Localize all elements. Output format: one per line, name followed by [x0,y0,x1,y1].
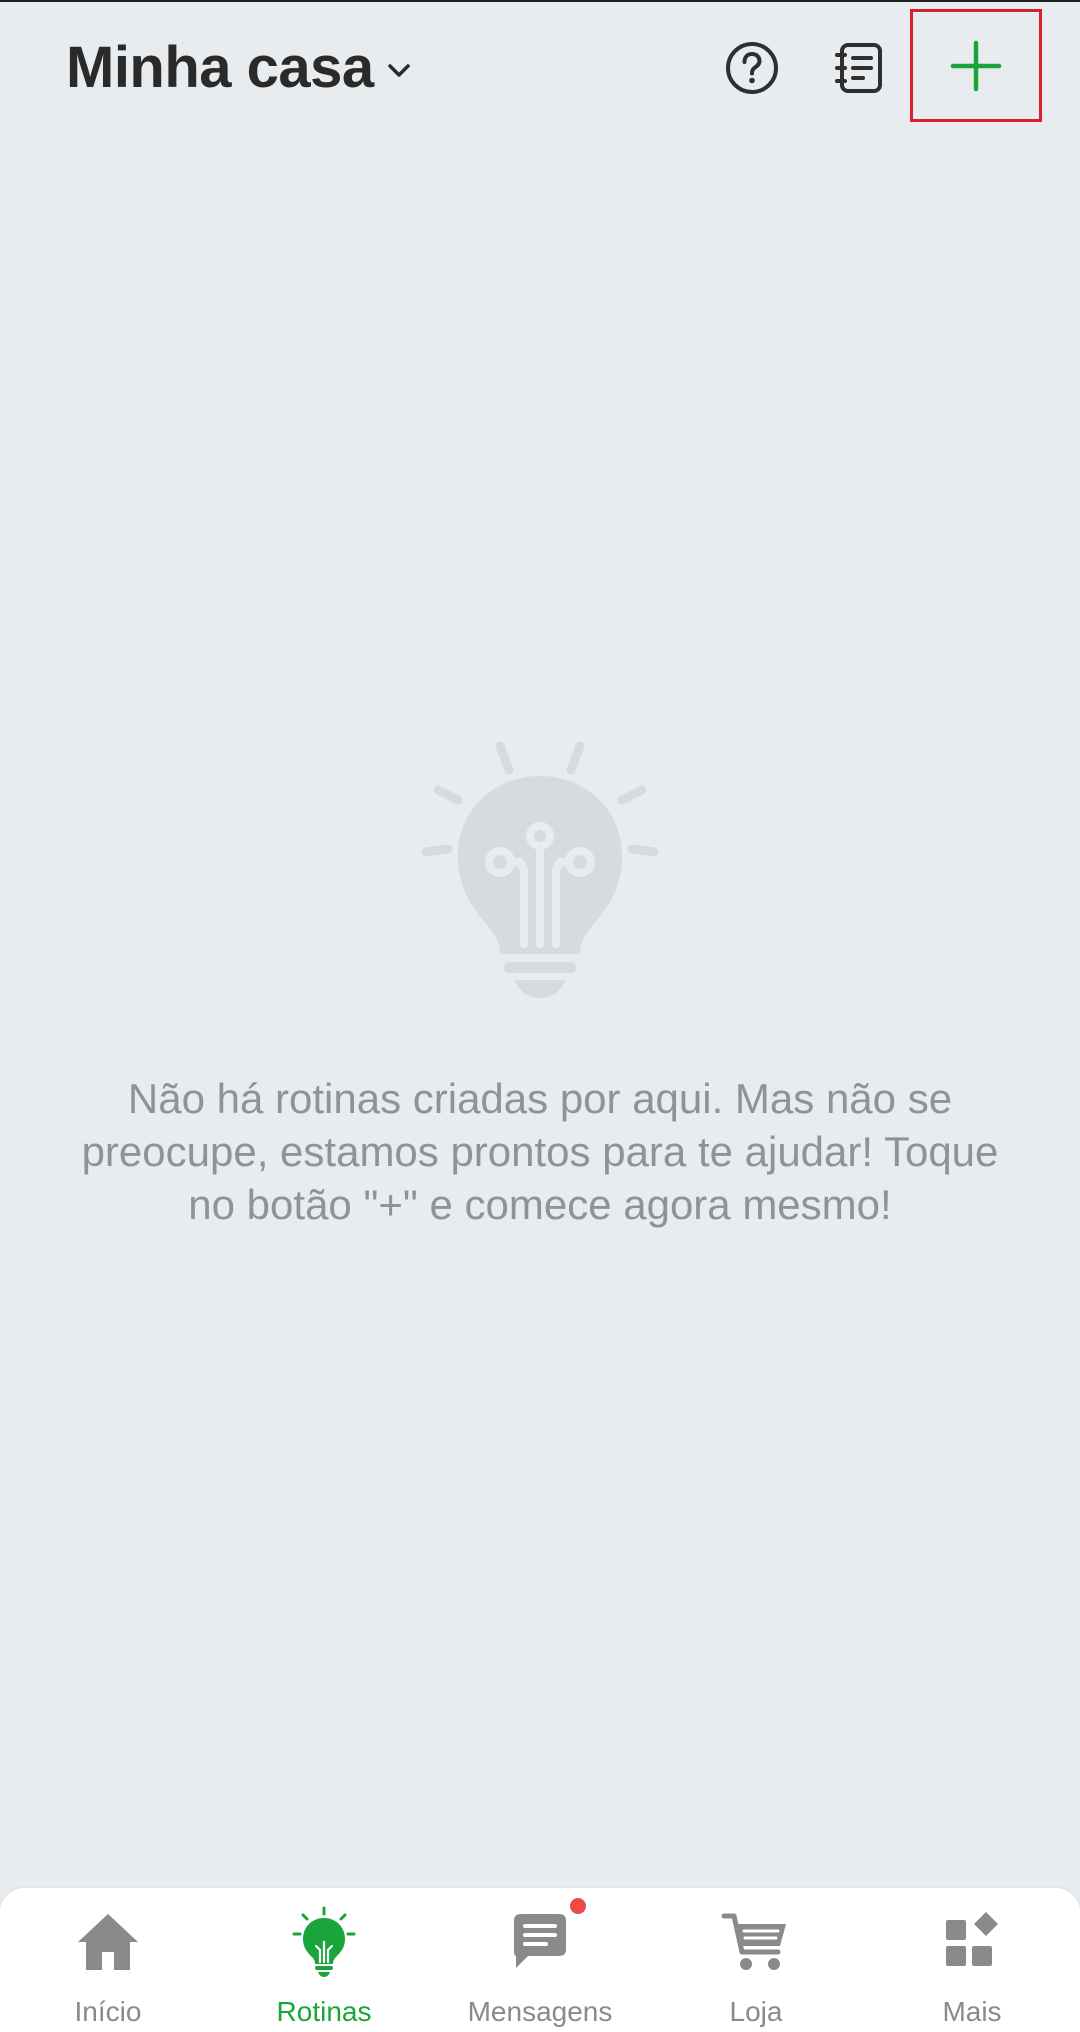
help-circle-icon [726,42,778,94]
chat-bubble-icon [514,1914,566,1968]
tab-mensagens[interactable]: Mensagens [432,1888,648,2032]
tab-label: Início [74,1996,142,2027]
empty-state-message: Não há rotinas criadas por aqui. Mas não… [81,1075,999,1228]
log-button[interactable] [822,30,898,106]
home-icon [78,1914,138,1970]
tab-label: Rotinas [276,1996,372,2027]
chevron-down-icon [387,64,410,77]
lightbulb-icon [292,1906,356,1977]
notification-badge [570,1898,586,1914]
tab-label: Loja [729,1996,783,2027]
notebook-log-icon [835,43,882,93]
shopping-cart-icon [721,1913,786,1970]
tab-loja[interactable]: Loja [648,1888,864,2032]
lightbulb-circuit-icon [421,741,659,998]
tab-inicio[interactable]: Início [0,1888,216,2032]
empty-state-illustration [420,740,660,1000]
add-routine-button[interactable] [910,9,1042,122]
home-selector[interactable]: Minha casa [66,28,414,106]
tab-mais[interactable]: Mais [864,1888,1080,2032]
bottom-navigation: Início Rotinas Mensagens Loja Mais [0,1888,1080,2032]
top-app-bar: Minha casa [0,0,1080,135]
plus-icon [950,40,1002,91]
tab-label: Mais [942,1996,1002,2027]
tab-rotinas[interactable]: Rotinas [216,1888,432,2032]
tab-label: Mensagens [467,1996,613,2027]
home-title: Minha casa [66,34,374,100]
help-button[interactable] [714,30,790,106]
apps-grid-icon [946,1912,998,1966]
